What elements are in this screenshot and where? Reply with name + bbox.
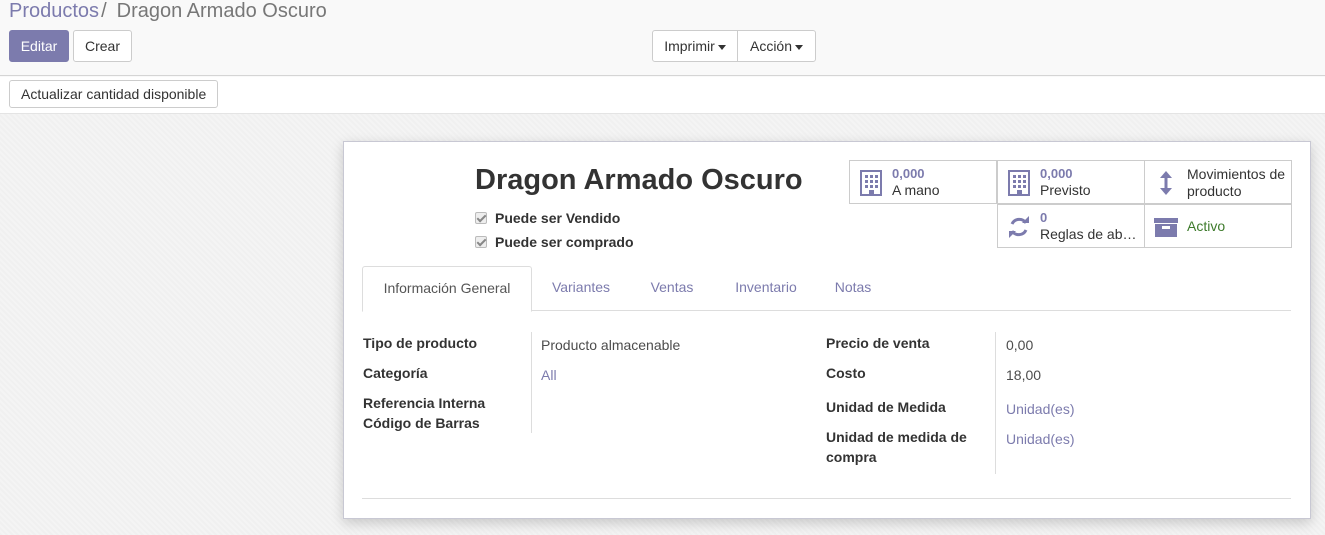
purchase-uom-label-line1: Unidad de medida de	[826, 429, 967, 445]
create-button[interactable]: Crear	[73, 30, 132, 62]
form-sheet: Dragon Armado Oscuro Puede ser Vendido P…	[343, 141, 1311, 519]
caret-down-icon	[795, 44, 804, 50]
uom-label: Unidad de Medida	[826, 399, 946, 415]
breadcrumb-current: Dragon Armado Oscuro	[116, 0, 327, 22]
archive-box-icon	[1154, 218, 1178, 237]
product-moves-label-line2: producto	[1187, 183, 1242, 199]
reordering-rules-smart-button[interactable]: 0 Reglas de ab…	[997, 204, 1145, 248]
caret-down-icon	[717, 44, 726, 50]
print-label: Imprimir	[664, 38, 715, 54]
tab-notas[interactable]: Notas	[818, 266, 888, 311]
product-moves-label: Movimientos de producto	[1187, 166, 1285, 200]
purchase-uom-link[interactable]: Unidad(es)	[1006, 429, 1074, 449]
can-be-purchased-checkbox[interactable]	[475, 236, 487, 248]
building-icon	[1008, 170, 1030, 196]
tab-variantes[interactable]: Variantes	[534, 266, 628, 311]
sale-price-field[interactable]: 0,00	[1006, 335, 1033, 355]
cost-label: Costo	[826, 365, 866, 381]
action-dropdown-button[interactable]: Acción	[737, 30, 816, 62]
forecast-smart-button[interactable]: 0,000 Previsto	[997, 160, 1145, 204]
can-be-sold-row: Puede ser Vendido	[475, 208, 620, 228]
tab-informacion-general[interactable]: Información General	[362, 266, 532, 312]
forecast-label: Previsto	[1040, 182, 1091, 198]
on-hand-value: 0,000	[892, 166, 925, 181]
action-label: Acción	[749, 38, 793, 54]
update-quantity-button[interactable]: Actualizar cantidad disponible	[9, 80, 219, 108]
can-be-sold-checkbox[interactable]	[475, 212, 487, 224]
form-statusbar: Actualizar cantidad disponible	[0, 77, 1325, 114]
form-bottom-divider	[362, 498, 1291, 499]
product-moves-smart-button[interactable]: Movimientos de producto	[1144, 160, 1292, 204]
tab-ventas[interactable]: Ventas	[630, 266, 714, 311]
purchase-uom-label-line2: compra	[826, 449, 877, 465]
category-link[interactable]: All	[541, 365, 557, 385]
building-icon	[860, 170, 882, 196]
breadcrumb-productos-link[interactable]: Productos	[9, 0, 99, 22]
reordering-rules-label: Reglas de ab…	[1040, 226, 1137, 242]
sale-price-label: Precio de venta	[826, 335, 930, 351]
breadcrumb-separator: /	[101, 0, 107, 22]
barcode-label: Código de Barras	[363, 415, 480, 431]
can-be-sold-label: Puede ser Vendido	[495, 210, 621, 226]
product-type-label: Tipo de producto	[363, 335, 478, 351]
category-label: Categoría	[363, 365, 428, 381]
tab-inventario[interactable]: Inventario	[716, 266, 816, 311]
forecast-value: 0,000	[1040, 166, 1073, 181]
edit-button[interactable]: Editar	[9, 30, 69, 62]
on-hand-smart-button[interactable]: 0,000 A mano	[849, 160, 997, 204]
vertical-arrows-icon	[1160, 171, 1172, 195]
notebook-tabs: Información General Variantes Ventas Inv…	[362, 266, 1291, 312]
internal-reference-label: Referencia Interna	[363, 395, 486, 411]
breadcrumb: Productos / Dragon Armado Oscuro	[9, 0, 327, 23]
reordering-rules-value: 0	[1040, 210, 1048, 225]
can-be-purchased-label: Puede ser comprado	[495, 234, 634, 250]
print-dropdown-button[interactable]: Imprimir	[652, 30, 738, 62]
left-column-divider	[531, 332, 532, 433]
active-label: Activo	[1187, 218, 1226, 234]
control-panel: Productos / Dragon Armado Oscuro Editar Cr…	[0, 0, 1325, 76]
can-be-purchased-row: Puede ser comprado	[475, 232, 634, 252]
right-column-divider	[995, 332, 996, 474]
product-type-field[interactable]: Producto almacenable	[541, 335, 680, 355]
cost-field[interactable]: 18,00	[1006, 365, 1041, 385]
product-moves-label-line1: Movimientos de	[1187, 166, 1286, 182]
product-name: Dragon Armado Oscuro	[475, 164, 803, 196]
purchase-uom-label: Unidad de medida de compra	[826, 427, 967, 467]
refresh-icon	[1009, 216, 1029, 238]
on-hand-label: A mano	[892, 182, 940, 198]
active-toggle-smart-button[interactable]: Activo	[1144, 204, 1292, 248]
uom-link[interactable]: Unidad(es)	[1006, 399, 1074, 419]
